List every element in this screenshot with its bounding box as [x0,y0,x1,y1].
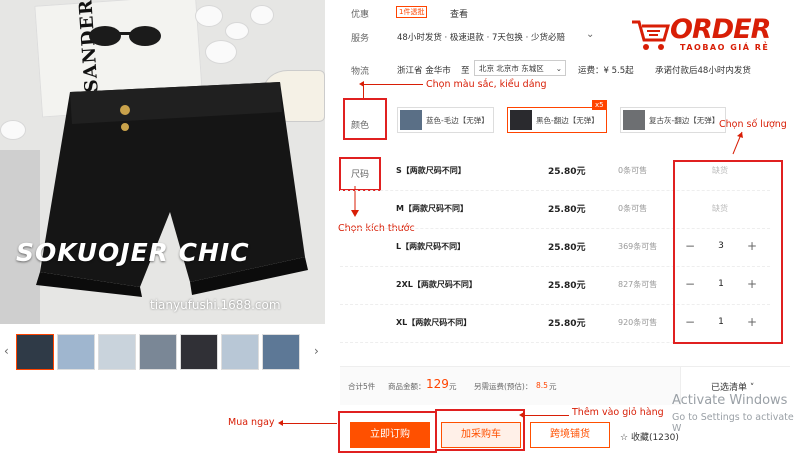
color-label: 颜色 [351,121,370,131]
selected-count-badge: x5 [592,100,607,110]
color-option-blue[interactable]: 蓝色-毛边【无弹】 [397,107,494,133]
goods-amount: 129 [426,377,449,391]
quantity-highlight [673,160,783,344]
product-brand-text: SOKUOJER CHIC [16,238,250,267]
discount-badge: 1件透批 [396,6,428,18]
service-text: 48小时发货 · 极速退款 · 7天包换 · 少货必赔 [397,33,566,43]
thumbnail-5[interactable] [221,334,259,370]
add-to-cart-button[interactable]: 加采购车 [441,422,521,448]
logistics-label: 物流 [351,67,370,77]
discount-label: 优惠 [351,10,370,20]
favorite-button[interactable]: ☆ 收藏(1230) [620,430,679,443]
annotation-add-cart: Thêm vào giỏ hàng [572,407,664,418]
freight-amount: 8.5 [536,381,548,390]
thumbnail-video[interactable] [16,334,54,370]
total-count: 合计5件 [348,382,376,391]
thumbnail-2[interactable] [98,334,136,370]
chevron-down-icon[interactable]: ⌄ [586,29,594,40]
logo-subtitle: TAOBAO GIÁ RẺ [680,43,770,52]
view-discount-link[interactable]: 查看 [450,7,468,20]
to-text: 至 [461,66,470,76]
shipping-promise: 承诺付款后48小时内发货 [655,66,751,76]
thumbnail-3[interactable] [139,334,177,370]
chevron-down-icon: ⌄ [555,64,562,73]
origin-text: 浙江省 金华市 [397,66,451,76]
annotation-choose-qty: Chọn số lượng [719,119,787,130]
sunglasses-icon [89,26,161,46]
color-option-grey[interactable]: 复古灰-翻边【无弹】 [620,107,726,133]
color-option-black[interactable]: 黑色-翻边【无弹】 [507,107,607,133]
cart-icon [632,20,670,50]
product-main-image[interactable]: JIL SANDER SOKUOJER CHIC tianyufushi.168… [0,0,325,324]
cross-border-button[interactable]: 跨境铺货 [530,422,610,448]
thumbnail-1[interactable] [57,334,95,370]
service-label: 服务 [351,34,370,44]
activate-windows-title: Activate Windows [672,393,788,408]
buy-now-button[interactable]: 立即订购 [350,422,430,448]
chevron-left-icon[interactable]: ‹ [4,344,9,358]
order-taobao-logo: ORDER TAOBAO GIÁ RẺ [630,14,795,58]
star-icon: ☆ [620,433,631,443]
destination-select[interactable]: 北京 北京市 东城区 ⌄ [474,60,566,76]
freight-unit: 元 [549,382,557,391]
shop-watermark: tianyufushi.1688.com [150,298,281,312]
freight-label: 另需运费(预估)： [474,382,533,391]
thumbnail-4[interactable] [180,334,218,370]
goods-amount-label: 商品金额： [388,382,426,391]
chevron-right-icon[interactable]: › [314,344,319,358]
logo-word: ORDER [670,14,771,45]
annotation-choose-color: Chọn màu sắc, kiểu dáng [426,79,547,90]
thumbnail-6[interactable] [262,334,300,370]
thumbnail-strip: ‹ › [0,332,325,372]
shipping-fee: 运费：¥ 5.5起 [578,66,634,76]
goods-amount-unit: 元 [449,382,457,391]
activate-windows-subtitle: Go to Settings to activate W [672,412,794,434]
annotation-buy-now: Mua ngay [228,417,275,428]
